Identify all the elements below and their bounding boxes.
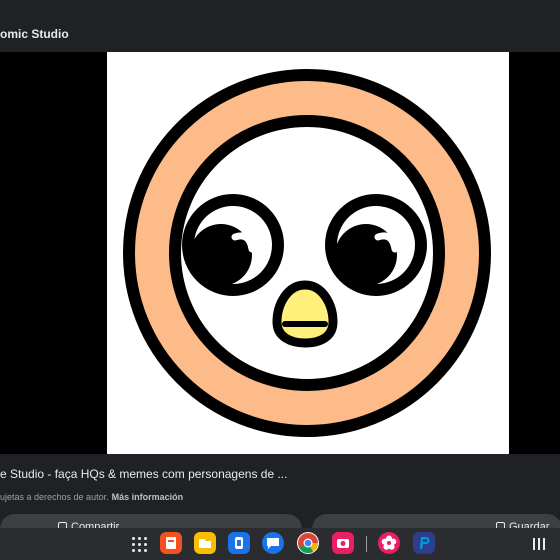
chrome-icon[interactable] <box>297 532 319 554</box>
copyright-notice: ujetas a derechos de autor. Más informaci… <box>0 492 183 502</box>
shelf <box>0 528 560 560</box>
launcher-icon[interactable] <box>131 536 147 552</box>
shelf-divider <box>366 536 367 552</box>
window-title: omic Studio <box>0 27 69 41</box>
owl-logo-image[interactable] <box>107 52 509 454</box>
bank-icon[interactable] <box>228 532 250 554</box>
bank-glyph <box>235 537 243 549</box>
flower-glyph <box>381 535 397 550</box>
more-info-link[interactable]: Más información <box>112 492 184 502</box>
image-viewer[interactable] <box>0 52 560 454</box>
owl-beak <box>272 280 338 348</box>
chrome-glyph <box>298 533 319 554</box>
paypal-glyph <box>420 537 430 549</box>
camera-icon[interactable] <box>332 532 354 554</box>
messages-icon[interactable] <box>262 532 284 554</box>
flower-icon[interactable] <box>378 532 400 554</box>
chat-glyph <box>267 538 279 549</box>
folder-glyph <box>199 539 211 548</box>
files-icon[interactable] <box>194 532 216 554</box>
keep-icon[interactable] <box>160 532 182 554</box>
title-bar: omic Studio <box>0 0 560 52</box>
owl-logo-icon <box>123 69 491 437</box>
overview-icon[interactable] <box>533 538 547 550</box>
keep-glyph <box>166 537 176 549</box>
copyright-notice-text: ujetas a derechos de autor. <box>0 492 109 502</box>
camera-glyph <box>337 539 349 548</box>
screen: omic Studio e Studio - faça HQs & memes … <box>0 0 560 560</box>
paypal-icon[interactable] <box>413 532 435 554</box>
image-caption[interactable]: e Studio - faça HQs & memes com personag… <box>0 467 287 481</box>
